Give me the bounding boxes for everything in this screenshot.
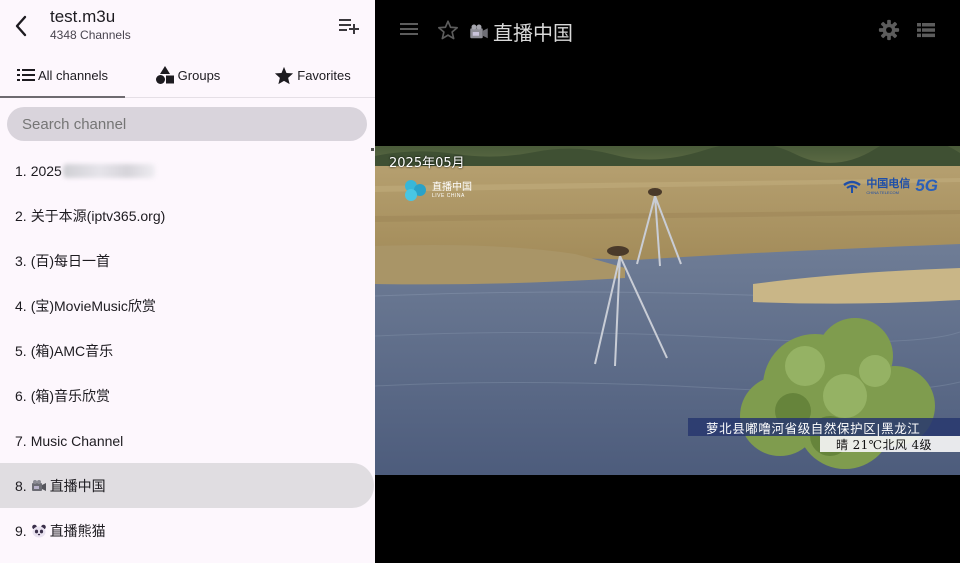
channel-item[interactable]: 5. (箱)AMC音乐 bbox=[0, 328, 375, 373]
channel-name: 2025 bbox=[30, 162, 62, 179]
gear-icon bbox=[878, 19, 900, 41]
settings-button[interactable] bbox=[878, 19, 900, 41]
channel-number: 2. bbox=[15, 207, 27, 224]
scroll-indicator[interactable] bbox=[371, 148, 374, 151]
channel-number: 4. bbox=[15, 297, 27, 314]
back-button[interactable] bbox=[8, 10, 34, 42]
channel-name: (百)每日一首 bbox=[30, 252, 111, 269]
live-china-logo-icon bbox=[405, 180, 426, 201]
tab-favorites[interactable]: Favorites bbox=[250, 53, 375, 97]
player-panel: 直播中国 2025年05月 直播中国 LIVE CHINA 中国电信 CHINA… bbox=[375, 0, 960, 563]
tab-label: Favorites bbox=[297, 67, 351, 83]
channel-item[interactable]: 9. 直播熊猫 bbox=[0, 508, 375, 553]
now-playing-name: 直播中国 bbox=[493, 23, 573, 45]
channel-number: 8. bbox=[15, 477, 27, 494]
channel-name: (宝)MovieMusic欣赏 bbox=[30, 297, 156, 314]
channel-count: 4348 Channels bbox=[50, 28, 131, 42]
channel-number: 7. bbox=[15, 432, 27, 449]
channel-number: 1. bbox=[15, 162, 27, 179]
tab-label: All channels bbox=[37, 67, 109, 83]
channel-item[interactable]: 1. 2025 bbox=[0, 148, 375, 193]
view-list-icon bbox=[917, 23, 935, 38]
weather-caption: 晴 21℃北风 4级 bbox=[820, 436, 960, 452]
blurred-text bbox=[62, 163, 155, 178]
now-playing-title: 直播中国 bbox=[469, 17, 573, 46]
china-telecom-logo: 中国电信 CHINA TELECOM 5G bbox=[843, 176, 938, 196]
menu-icon bbox=[400, 23, 418, 35]
channel-name: (箱)AMC音乐 bbox=[30, 342, 114, 359]
channel-name: 直播中国 bbox=[49, 477, 106, 494]
channel-tabs: All channels Groups Favorites bbox=[0, 53, 375, 98]
video-date-overlay: 2025年05月 bbox=[389, 156, 465, 171]
shapes-icon bbox=[155, 66, 174, 84]
panda-icon bbox=[31, 524, 46, 537]
channel-number: 6. bbox=[15, 387, 27, 404]
channel-number: 3. bbox=[15, 252, 27, 269]
location-caption: 萝北县嘟噜河省级自然保护区|黑龙江 bbox=[688, 418, 960, 436]
channel-number: 9. bbox=[15, 522, 27, 539]
channel-item[interactable]: 6. (箱)音乐欣赏 bbox=[0, 373, 375, 418]
channel-name: Music Channel bbox=[30, 432, 124, 449]
channel-item[interactable]: 7. Music Channel bbox=[0, 418, 375, 463]
star-icon bbox=[275, 66, 294, 84]
channel-item[interactable]: 2. 关于本源(iptv365.org) bbox=[0, 193, 375, 238]
menu-button[interactable] bbox=[399, 19, 419, 39]
tab-groups[interactable]: Groups bbox=[125, 53, 250, 97]
add-playlist-button[interactable] bbox=[337, 14, 361, 38]
channel-number: 5. bbox=[15, 342, 27, 359]
playlist-title-group: test.m3u 4348 Channels bbox=[50, 7, 131, 43]
player-toolbar: 直播中国 bbox=[375, 0, 960, 60]
channel-list-button[interactable] bbox=[915, 19, 937, 41]
tab-label: Groups bbox=[177, 67, 221, 83]
telecom-text: 中国电信 CHINA TELECOM bbox=[866, 178, 910, 195]
live-china-logo-text: 直播中国 LIVE CHINA bbox=[432, 182, 472, 199]
arrow-back-icon bbox=[15, 15, 27, 37]
playlist-title: test.m3u bbox=[50, 7, 116, 26]
playlist-header: test.m3u 4348 Channels bbox=[0, 0, 375, 52]
video-camera-icon bbox=[31, 479, 46, 491]
logo-title: 直播中国 bbox=[432, 181, 472, 193]
star-outline-icon bbox=[438, 20, 458, 40]
channel-item[interactable]: 4. (宝)MovieMusic欣赏 bbox=[0, 283, 375, 328]
channel-name: 关于本源(iptv365.org) bbox=[30, 207, 166, 224]
channel-list: 1. 2025 2. 关于本源(iptv365.org) 3. (百)每日一首 … bbox=[0, 148, 375, 553]
telecom-cn: 中国电信 bbox=[866, 177, 911, 190]
tab-all-channels[interactable]: All channels bbox=[0, 53, 125, 98]
favorite-button[interactable] bbox=[437, 19, 459, 41]
video-camera-icon bbox=[470, 24, 488, 38]
live-china-logo: 直播中国 LIVE CHINA bbox=[403, 178, 472, 202]
playlist-add-icon bbox=[339, 19, 359, 34]
channel-name: (箱)音乐欣赏 bbox=[30, 387, 111, 404]
search-channel-input[interactable] bbox=[7, 107, 367, 141]
channel-panel: test.m3u 4348 Channels All channels Grou… bbox=[0, 0, 375, 563]
channel-name: 直播熊猫 bbox=[49, 522, 106, 539]
channel-item[interactable]: 3. (百)每日一首 bbox=[0, 238, 375, 283]
list-icon bbox=[16, 69, 35, 81]
logo-subtitle: LIVE CHINA bbox=[432, 192, 465, 199]
telecom-logo-icon bbox=[843, 180, 862, 193]
video-player[interactable]: 2025年05月 直播中国 LIVE CHINA 中国电信 CHINA TELE… bbox=[375, 146, 960, 475]
5g-badge: 5G bbox=[915, 176, 938, 195]
channel-item-selected[interactable]: 8. 直播中国 bbox=[0, 463, 374, 508]
telecom-en: CHINA TELECOM bbox=[866, 189, 899, 195]
